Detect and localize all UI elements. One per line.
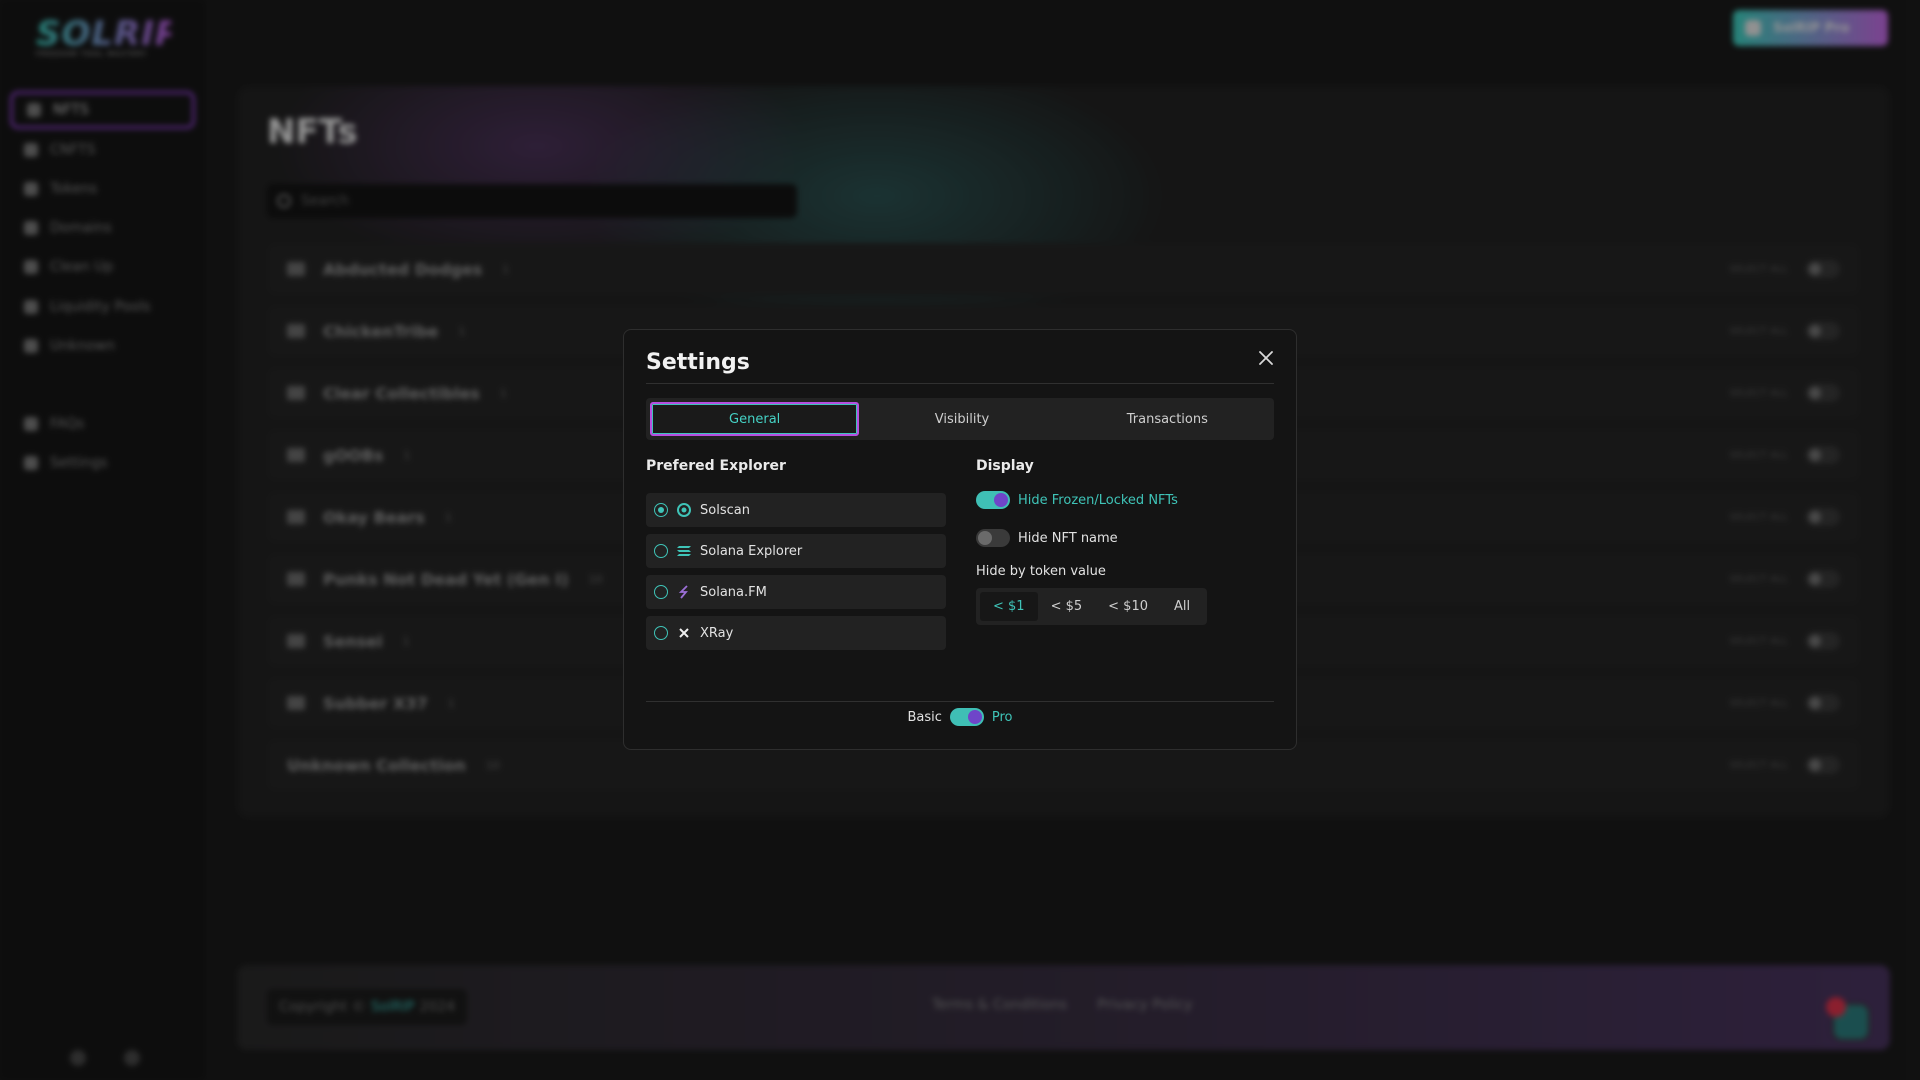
value-option-all[interactable]: All	[1161, 592, 1203, 621]
explorer-label: Solscan	[700, 502, 750, 518]
explorer-option-solscan[interactable]: Solscan	[646, 493, 946, 527]
explorer-option-xray[interactable]: XRay	[646, 616, 946, 650]
hide-name-toggle[interactable]	[976, 529, 1010, 547]
hide-frozen-label: Hide Frozen/Locked NFTs	[1018, 492, 1178, 508]
tab-transactions[interactable]: Transactions	[1065, 402, 1270, 436]
hide-by-value-selector: < $1 < $5 < $10 All	[976, 588, 1208, 625]
explorer-option-solana-fm[interactable]: Solana.FM	[646, 575, 946, 609]
explorer-heading: Prefered Explorer	[646, 458, 786, 474]
title-divider	[646, 383, 1274, 384]
radio-unselected[interactable]	[654, 626, 668, 640]
explorer-option-solana-explorer[interactable]: Solana Explorer	[646, 534, 946, 568]
value-option-lt-10[interactable]: < $10	[1095, 592, 1161, 621]
hide-frozen-toggle[interactable]	[976, 491, 1010, 509]
radio-unselected[interactable]	[654, 585, 668, 599]
solscan-icon	[676, 502, 692, 518]
close-icon[interactable]	[1254, 346, 1278, 370]
mode-pro-label: Pro	[991, 709, 1013, 725]
hide-name-label: Hide NFT name	[1018, 530, 1118, 546]
explorer-label: XRay	[700, 625, 734, 641]
value-option-lt-5[interactable]: < $5	[1038, 592, 1096, 621]
radio-unselected[interactable]	[654, 544, 668, 558]
solanafm-icon	[676, 584, 692, 600]
hide-frozen-row: Hide Frozen/Locked NFTs	[976, 491, 1178, 509]
settings-tabs: General Visibility Transactions	[646, 398, 1274, 440]
settings-modal: Settings General Visibility Transactions…	[623, 329, 1297, 750]
hide-name-row: Hide NFT name	[976, 529, 1118, 547]
tab-visibility[interactable]: Visibility	[859, 402, 1064, 436]
basic-pro-toggle[interactable]	[949, 708, 984, 726]
mode-switch-row: Basic Pro	[624, 708, 1296, 726]
radio-selected[interactable]	[654, 503, 668, 517]
tab-general[interactable]: General	[650, 402, 860, 436]
modal-title: Settings	[646, 350, 750, 375]
xray-icon	[676, 625, 692, 641]
value-option-lt-1[interactable]: < $1	[980, 592, 1038, 621]
solana-icon	[676, 543, 692, 559]
display-heading: Display	[976, 458, 1034, 474]
hide-by-value-label: Hide by token value	[976, 564, 1106, 579]
explorer-label: Solana.FM	[700, 584, 767, 600]
bottom-divider	[646, 701, 1274, 702]
mode-basic-label: Basic	[907, 709, 942, 725]
explorer-label: Solana Explorer	[700, 543, 803, 559]
